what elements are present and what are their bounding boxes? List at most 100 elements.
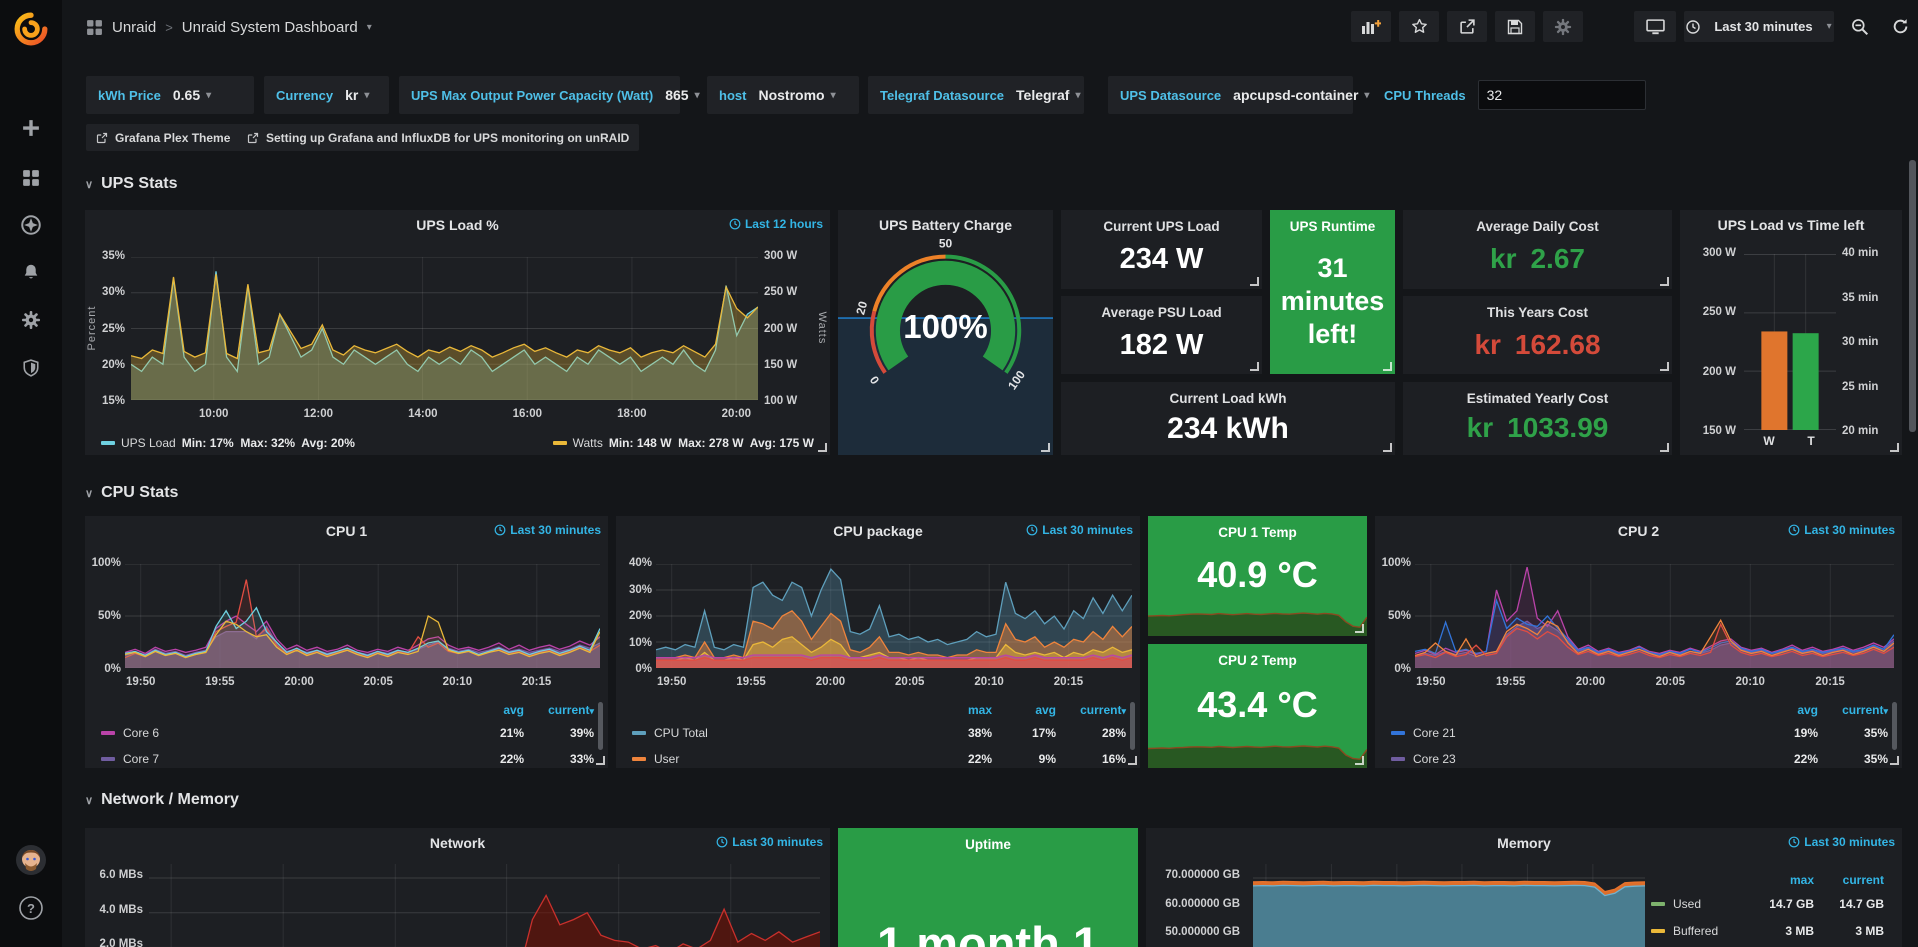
legend-header-current[interactable]: current▾ — [1818, 703, 1888, 717]
variable-kwh-price[interactable]: kWh Price 0.65▾ — [86, 76, 254, 114]
panel-time-info[interactable]: Last 30 minutes — [716, 835, 823, 849]
variable-label: CPU Threads — [1372, 88, 1466, 103]
panel-time-info[interactable]: Last 30 minutes — [1788, 523, 1895, 537]
panel-title[interactable]: UPS Battery Charge — [838, 217, 1053, 233]
variable-host[interactable]: host Nostromo▾ — [707, 76, 859, 114]
panel-time-info[interactable]: Last 30 minutes — [1026, 523, 1133, 537]
panel-this-years-cost: This Years Cost kr162.68 — [1403, 296, 1672, 374]
legend-header-current[interactable]: current — [1814, 873, 1884, 887]
variable-value[interactable]: kr▾ — [345, 87, 369, 103]
stat-title[interactable]: CPU 1 Temp — [1148, 525, 1367, 540]
zoom-out-button[interactable] — [1842, 11, 1878, 42]
cycle-view-mode-button[interactable] — [1634, 11, 1676, 42]
tick-label: 30 min — [1842, 336, 1898, 348]
y-axis-right: 40 min35 min30 min25 min20 min — [1842, 247, 1898, 437]
plus-icon — [22, 119, 40, 137]
stat-title[interactable]: Uptime — [838, 837, 1138, 852]
legend-header-avg[interactable]: avg — [460, 703, 524, 717]
variable-label: host — [719, 88, 746, 103]
legend-header-current[interactable]: current▾ — [524, 703, 594, 717]
external-link-icon — [247, 132, 259, 144]
tick-label: 18:00 — [617, 408, 646, 420]
sidebar-item-create[interactable] — [0, 108, 62, 148]
link-ups-monitoring-guide[interactable]: Setting up Grafana and InfluxDB for UPS … — [237, 124, 639, 151]
section-cpu-stats[interactable]: ∨CPU Stats — [85, 482, 178, 504]
clock-icon — [494, 524, 506, 536]
stat-title[interactable]: Average Daily Cost — [1403, 219, 1672, 234]
variable-ups-max-output[interactable]: UPS Max Output Power Capacity (Watt) 865… — [399, 76, 680, 114]
page-scrollbar[interactable] — [1909, 160, 1916, 432]
breadcrumb[interactable]: Unraid > Unraid System Dashboard ▾ — [86, 13, 372, 41]
variable-value[interactable]: 865▾ — [665, 87, 699, 103]
legend-header-avg[interactable]: avg — [992, 703, 1056, 717]
legend-header-max[interactable]: max — [928, 703, 992, 717]
legend: UPS Load Min: 17% Max: 32% Avg: 20% Watt… — [101, 436, 814, 450]
breadcrumb-root[interactable]: Unraid — [112, 19, 156, 36]
variable-ups-datasource[interactable]: UPS Datasource apcupsd-container▾ — [1108, 76, 1353, 114]
link-grafana-plex-theme[interactable]: Grafana Plex Theme — [86, 124, 240, 151]
section-ups-stats[interactable]: ∨UPS Stats — [85, 173, 178, 195]
stat-title[interactable]: This Years Cost — [1403, 305, 1672, 320]
variable-label: Currency — [276, 88, 333, 103]
save-dashboard-button[interactable] — [1495, 11, 1535, 42]
panel-title[interactable]: UPS Load % — [85, 217, 830, 233]
stat-value: 43.4 °C — [1148, 684, 1367, 726]
legend-swatch — [101, 731, 115, 735]
legend-row: Core 23 22% 35% — [1391, 746, 1888, 772]
panel-title[interactable]: UPS Load vs Time left — [1680, 217, 1902, 233]
legend-scrollbar[interactable] — [1130, 702, 1135, 750]
stat-title[interactable]: CPU 2 Temp — [1148, 653, 1367, 668]
refresh-button[interactable] — [1882, 11, 1918, 42]
tick-label: 20:00 — [284, 676, 313, 688]
user-avatar[interactable] — [0, 840, 62, 880]
panel-time-info[interactable]: Last 30 minutes — [1788, 835, 1895, 849]
share-dashboard-button[interactable] — [1447, 11, 1487, 42]
panel-cpu2: CPU 2 Last 30 minutes 100%50%0% 19:5019:… — [1375, 516, 1902, 768]
add-panel-button[interactable] — [1351, 11, 1391, 42]
panel-time-info[interactable]: Last 30 minutes — [494, 523, 601, 537]
panel-average-psu-load: Average PSU Load 182 W — [1061, 296, 1262, 374]
network-chart — [149, 864, 820, 947]
variable-value[interactable]: apcupsd-container▾ — [1233, 87, 1369, 103]
legend-header-max[interactable]: max — [1750, 873, 1814, 887]
tick-label: 20:00 — [722, 408, 751, 420]
sidebar-item-alerting[interactable] — [0, 252, 62, 292]
legend-scrollbar[interactable] — [1892, 702, 1897, 750]
grafana-logo[interactable] — [0, 8, 62, 50]
variable-value[interactable]: Telegraf▾ — [1016, 87, 1080, 103]
panel-current-ups-load: Current UPS Load 234 W — [1061, 210, 1262, 289]
variable-telegraf-datasource[interactable]: Telegraf Datasource Telegraf▾ — [868, 76, 1084, 114]
tick-label: 70.000000 GB — [1165, 869, 1240, 881]
time-range-picker[interactable]: Last 30 minutes ▾ — [1684, 11, 1834, 42]
sidebar-item-explore[interactable] — [0, 205, 62, 245]
stat-title[interactable]: Current Load kWh — [1061, 391, 1395, 406]
stat-title[interactable]: Estimated Yearly Cost — [1403, 391, 1672, 406]
legend-swatch — [101, 757, 115, 761]
sidebar-item-help[interactable]: ? — [0, 888, 62, 928]
variable-value[interactable]: 0.65▾ — [173, 87, 211, 103]
save-icon — [1507, 19, 1523, 35]
panel-time-info[interactable]: Last 12 hours — [729, 217, 823, 231]
legend-header-avg[interactable]: avg — [1754, 703, 1818, 717]
cpu-threads-input[interactable]: 32 — [1478, 80, 1646, 110]
sidebar-item-dashboards[interactable] — [0, 158, 62, 198]
legend-header-current[interactable]: current▾ — [1056, 703, 1126, 717]
sidebar-item-configuration[interactable] — [0, 300, 62, 340]
legend-name[interactable]: UPS Load — [121, 436, 176, 450]
star-dashboard-button[interactable] — [1399, 11, 1439, 42]
legend-name[interactable]: Watts — [573, 436, 603, 450]
sidebar-item-server-admin[interactable] — [0, 348, 62, 388]
cpu1-temp-sparkline — [1148, 606, 1367, 636]
stat-title[interactable]: UPS Runtime — [1270, 219, 1395, 234]
panel-uptime: Uptime 1 month 1 — [838, 828, 1138, 947]
tick-label: 100% — [89, 557, 121, 569]
stat-title[interactable]: Current UPS Load — [1061, 219, 1262, 234]
variable-value[interactable]: Nostromo▾ — [758, 87, 835, 103]
legend-scrollbar[interactable] — [598, 702, 603, 750]
legend-value: 22% — [460, 752, 524, 766]
variable-currency[interactable]: Currency kr▾ — [264, 76, 389, 114]
section-network-memory[interactable]: ∨Network / Memory — [85, 789, 239, 811]
breadcrumb-current[interactable]: Unraid System Dashboard — [182, 19, 358, 36]
clock-icon — [729, 218, 741, 230]
stat-title[interactable]: Average PSU Load — [1061, 305, 1262, 320]
